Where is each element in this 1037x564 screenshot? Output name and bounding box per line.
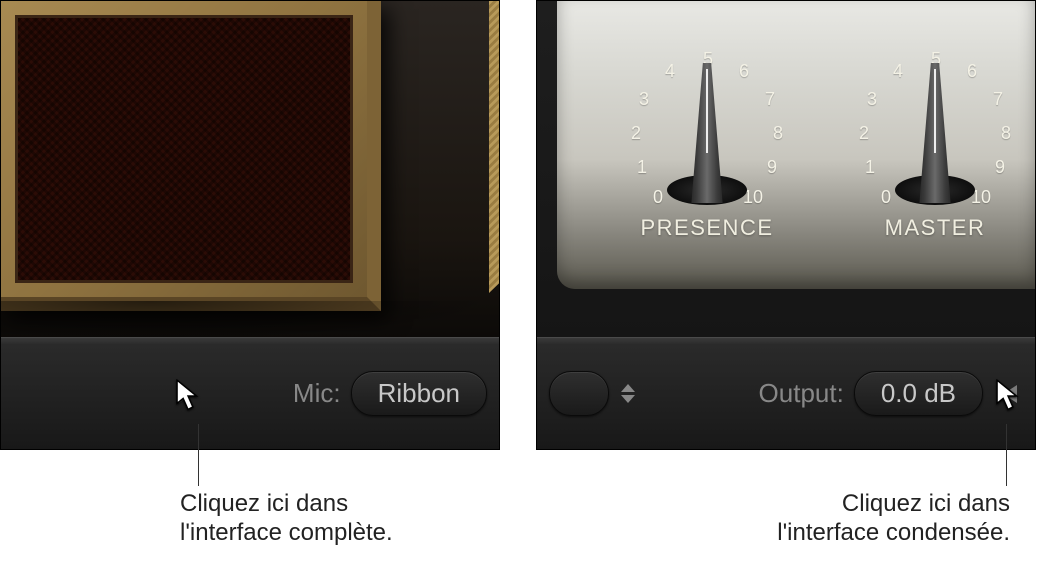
speaker-cabinet: [1, 1, 381, 311]
chevron-up-icon: [621, 384, 635, 392]
full-interface-panel: Mic: Ribbon: [0, 0, 500, 450]
output-label: Output:: [759, 378, 844, 409]
tick-6: 6: [967, 61, 977, 82]
callout-left-line2: l'interface complète.: [180, 519, 393, 546]
tick-8: 8: [1001, 123, 1011, 144]
condensed-interface-panel: 0 1 2 3 4 5 6 7 8 9 10: [536, 0, 1036, 450]
knob-group: 0 1 2 3 4 5 6 7 8 9 10: [617, 49, 1025, 241]
tick-2: 2: [859, 123, 869, 144]
floor-shadow: [1, 301, 499, 341]
select-stepper[interactable]: [619, 384, 637, 403]
bottom-toolbar: Mic: Ribbon: [1, 337, 499, 449]
presence-knob[interactable]: 0 1 2 3 4 5 6 7 8 9 10: [627, 49, 787, 209]
callout-line-left: [198, 424, 199, 486]
tick-4: 4: [893, 61, 903, 82]
tick-0: 0: [653, 187, 663, 208]
expand-arrow-button[interactable]: [13, 379, 199, 409]
mic-label: Mic:: [293, 378, 341, 409]
callout-right-line1: Cliquez ici dans: [842, 490, 1010, 517]
presence-knob-unit: 0 1 2 3 4 5 6 7 8 9 10: [617, 49, 797, 241]
speaker-grill: [15, 15, 353, 283]
tick-1: 1: [637, 157, 647, 178]
tick-8: 8: [773, 123, 783, 144]
master-label: MASTER: [845, 215, 1025, 241]
tick-4: 4: [665, 61, 675, 82]
tick-7: 7: [993, 89, 1003, 110]
callout-line-right: [1006, 424, 1007, 486]
chevron-left-icon: [1003, 385, 1017, 403]
amp-controls-view: 0 1 2 3 4 5 6 7 8 9 10: [537, 1, 1035, 339]
mic-select[interactable]: Ribbon: [351, 371, 487, 416]
tick-1: 1: [865, 157, 875, 178]
amp-cabinet-view: [1, 1, 499, 339]
amp-faceplate: 0 1 2 3 4 5 6 7 8 9 10: [557, 1, 1035, 289]
cabinet-side: [489, 0, 500, 293]
tick-0: 0: [881, 187, 891, 208]
callout-right: Cliquez ici dans l'interface condensée.: [700, 490, 1010, 548]
tick-7: 7: [765, 89, 775, 110]
left-pill-partial[interactable]: [549, 371, 609, 416]
tick-3: 3: [867, 89, 877, 110]
tick-9: 9: [767, 157, 777, 178]
mic-select-value: Ribbon: [378, 378, 460, 408]
tick-2: 2: [631, 123, 641, 144]
callout-right-line2: l'interface condensée.: [777, 519, 1010, 546]
tick-9: 9: [995, 157, 1005, 178]
tick-6: 6: [739, 61, 749, 82]
output-value-field[interactable]: 0.0 dB: [854, 371, 983, 416]
chevron-right-icon: [179, 385, 193, 403]
tick-3: 3: [639, 89, 649, 110]
bottom-toolbar: Output: 0.0 dB: [537, 337, 1035, 449]
chevron-down-icon: [621, 395, 635, 403]
master-knob[interactable]: 0 1 2 3 4 5 6 7 8 9 10: [855, 49, 1015, 209]
callout-left: Cliquez ici dans l'interface complète.: [180, 490, 393, 548]
master-knob-unit: 0 1 2 3 4 5 6 7 8 9 10: [845, 49, 1025, 241]
presence-label: PRESENCE: [617, 215, 797, 241]
output-value: 0.0 dB: [881, 378, 956, 408]
callout-left-line1: Cliquez ici dans: [180, 490, 348, 517]
collapse-arrow-button[interactable]: [997, 379, 1023, 409]
